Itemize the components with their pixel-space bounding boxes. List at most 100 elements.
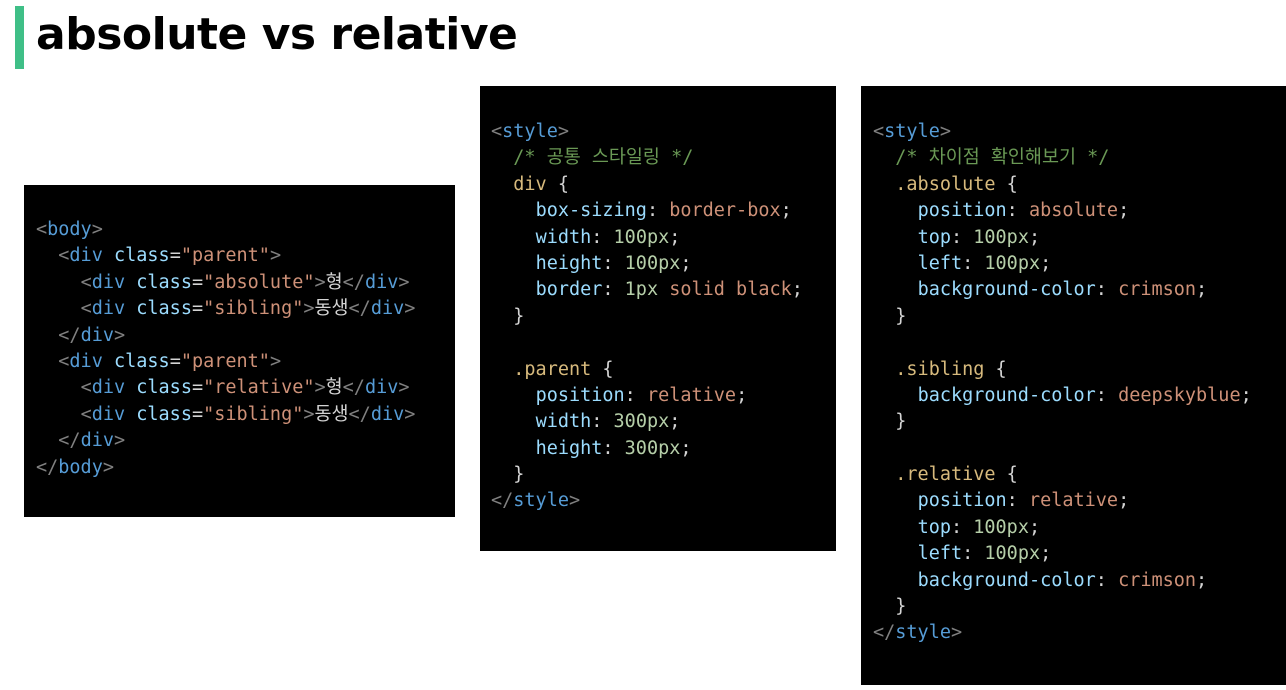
code-token: div — [364, 271, 399, 293]
code-token: div — [80, 430, 114, 452]
code-token: : — [962, 252, 985, 274]
code-token: ; — [669, 226, 681, 248]
code-token: </ — [491, 490, 514, 512]
code-token: < — [58, 245, 70, 267]
code-line: height: 100px; — [491, 251, 825, 277]
code-line: </style> — [873, 620, 1274, 646]
code-token: "sibling" — [203, 403, 304, 425]
code-token: div — [91, 403, 126, 425]
code-token: background-color — [917, 384, 1096, 406]
code-line: .sibling { — [873, 357, 1274, 383]
slide: absolute vs relative <body> <div class="… — [0, 0, 1286, 690]
code-line: <div class="absolute">형</div> — [36, 270, 443, 296]
code-token: 동생 — [314, 298, 349, 320]
code-token: > — [102, 456, 114, 478]
code-token: </ — [58, 430, 81, 452]
code-token: body — [47, 219, 92, 240]
code-token: deepskyblue — [1118, 384, 1241, 406]
code-token: : — [1095, 569, 1119, 591]
code-token: class — [136, 271, 192, 293]
code-line: left: 100px; — [873, 251, 1274, 277]
code-token: < — [80, 271, 92, 293]
code-token: : — [962, 543, 985, 565]
code-token: border — [535, 279, 603, 301]
style-common-code-panel: <style> /* 공통 스타일링 */ div { box-sizing: … — [480, 86, 836, 551]
code-token: : — [591, 226, 614, 248]
code-token: > — [398, 377, 410, 399]
code-token: > — [950, 622, 963, 644]
code-token: div — [69, 350, 103, 372]
code-line: .parent { — [491, 357, 825, 383]
code-token: : — [950, 516, 974, 538]
code-token: { — [984, 358, 1007, 380]
code-line: <div class="parent"> — [36, 349, 443, 375]
code-token: class — [113, 350, 170, 372]
code-line: position: absolute; — [873, 198, 1274, 224]
code-token: border-box — [669, 200, 781, 222]
code-token: ; — [1240, 384, 1252, 406]
code-token: : — [950, 226, 974, 248]
code-line: position: relative; — [491, 383, 825, 409]
code-line: <div class="parent"> — [36, 243, 443, 269]
code-token: ; — [1040, 543, 1052, 565]
code-line: </div> — [36, 323, 443, 349]
code-line: .relative { — [873, 462, 1274, 488]
code-token: background-color — [917, 569, 1096, 591]
code-token: > — [557, 121, 569, 142]
code-token: > — [269, 245, 282, 267]
code-token: top — [917, 226, 951, 248]
code-token: < — [80, 403, 92, 425]
code-token: "absolute" — [203, 271, 315, 293]
code-token: 100px — [984, 252, 1041, 274]
code-token: ; — [680, 252, 692, 274]
code-token: style — [895, 622, 951, 644]
code-line: <style> — [491, 119, 825, 145]
code-token: : — [1095, 384, 1119, 406]
code-token: } — [895, 411, 907, 433]
code-token: top — [917, 516, 951, 538]
code-token: "sibling" — [203, 298, 304, 320]
code-token: ; — [780, 200, 792, 222]
code-line: } — [491, 462, 825, 488]
code-token: ; — [736, 384, 748, 406]
code-line: left: 100px; — [873, 541, 1274, 567]
code-line: top: 100px; — [873, 225, 1274, 251]
code-token: > — [113, 324, 126, 346]
code-token: > — [113, 430, 126, 452]
code-token: : — [1006, 200, 1029, 222]
code-line: <style> — [873, 119, 1274, 145]
code-token: 100px — [613, 226, 670, 248]
code-token: class — [113, 245, 170, 267]
code-token: style — [502, 121, 558, 142]
code-token: > — [568, 490, 581, 512]
code-line: <div class="sibling">동생</div> — [36, 296, 443, 322]
code-token: .parent — [513, 358, 592, 380]
code-token: ; — [1028, 516, 1041, 538]
code-token: : — [624, 384, 647, 406]
code-token: < — [80, 298, 92, 320]
code-line: div { — [491, 172, 825, 198]
code-token: </ — [348, 403, 371, 425]
code-line: background-color: crimson; — [873, 277, 1274, 303]
code-line: <body> — [36, 217, 443, 243]
code-token: width — [535, 411, 592, 433]
